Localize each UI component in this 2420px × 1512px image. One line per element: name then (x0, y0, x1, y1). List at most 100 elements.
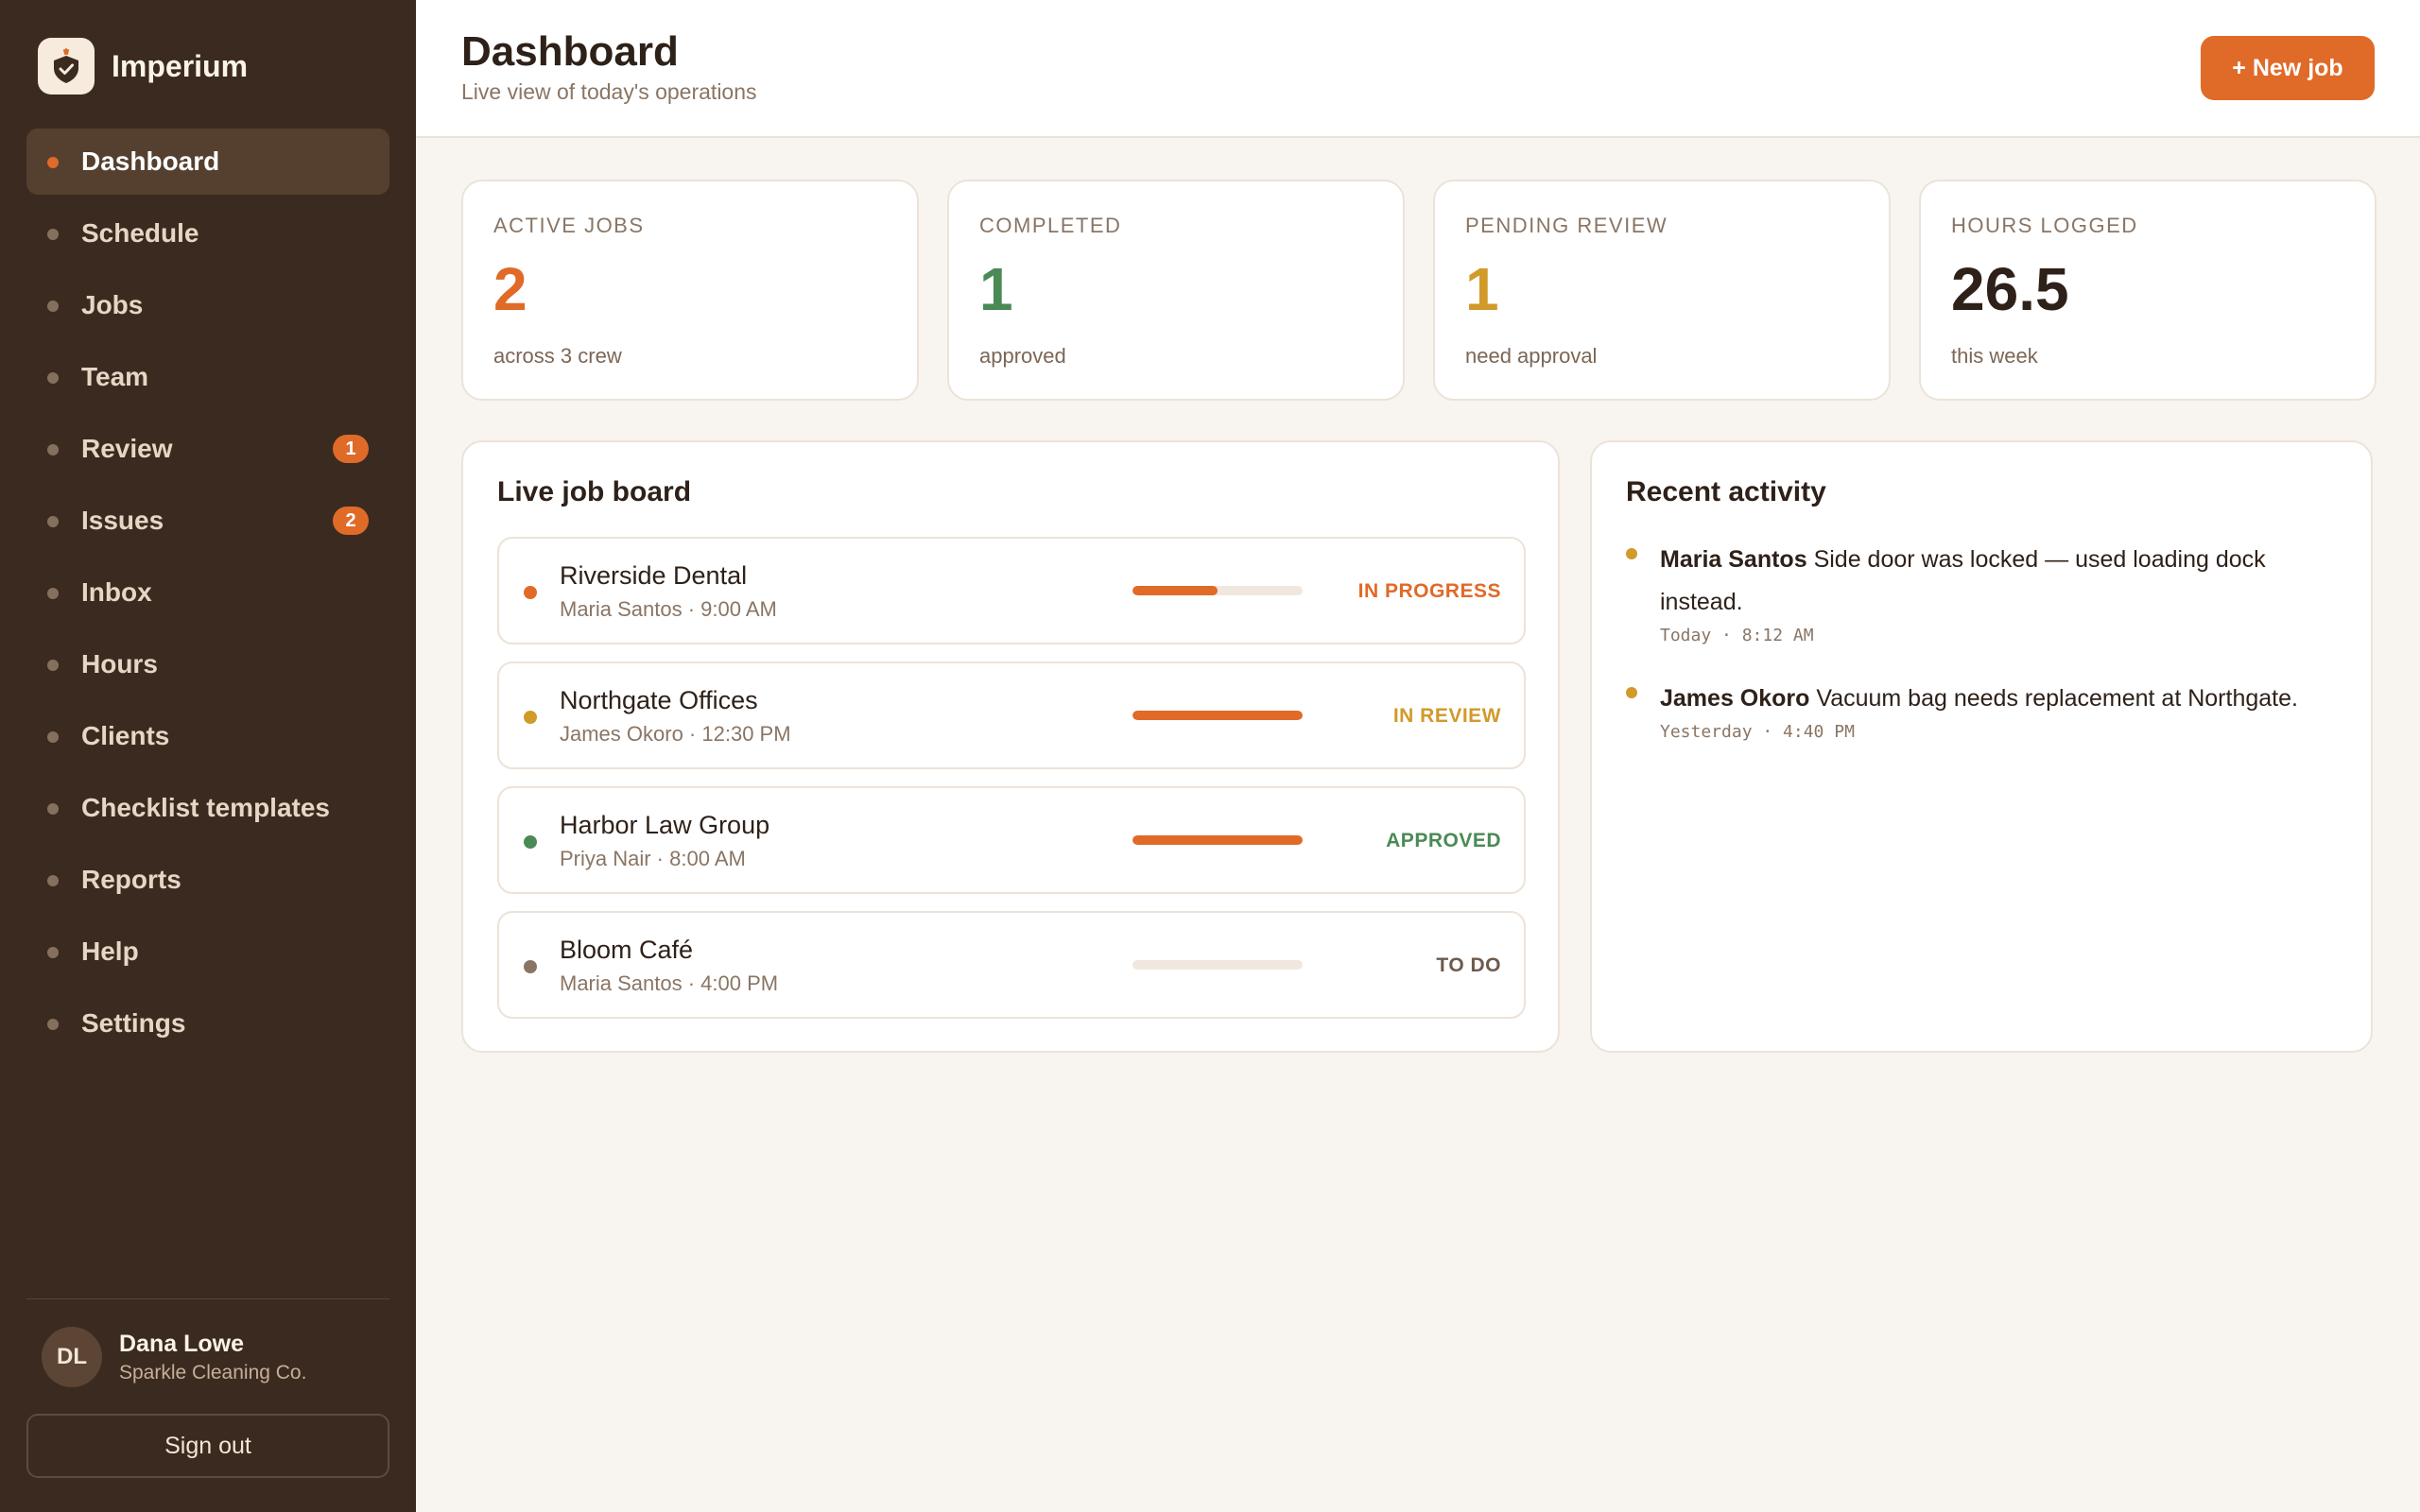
bullet-icon (47, 229, 59, 240)
user-org: Sparkle Cleaning Co. (119, 1361, 307, 1383)
stat-label: PENDING REVIEW (1465, 214, 1668, 237)
sidebar-item-label: Inbox (81, 577, 152, 607)
job-row[interactable]: Harbor Law Group Priya Nair · 8:00 AM AP… (497, 786, 1526, 894)
activity-time: Yesterday · 4:40 PM (1660, 722, 1855, 742)
stat-value: 1 (979, 255, 1013, 323)
divider (26, 1298, 389, 1299)
page-header: Dashboard Live view of today's operation… (416, 0, 2420, 138)
stat-note: approved (979, 344, 1066, 368)
stat-card-hours-logged: HOURS LOGGED 26.5 this week (1919, 180, 2377, 401)
panel-title: Recent activity (1626, 476, 1826, 507)
shield-check-logo-icon (38, 38, 95, 94)
sidebar-nav: Dashboard Schedule Jobs Team Review 1 Is… (26, 129, 389, 1062)
sidebar-item-jobs[interactable]: Jobs (26, 272, 389, 338)
sidebar-item-label: Review (81, 434, 173, 463)
job-row[interactable]: Northgate Offices James Okoro · 12:30 PM… (497, 662, 1526, 769)
activity-list: Maria Santos Side door was locked — used… (1626, 539, 2341, 774)
activity-item: James Okoro Vacuum bag needs replacement… (1626, 678, 2341, 742)
status-dot-icon (524, 835, 537, 849)
job-list: Riverside Dental Maria Santos · 9:00 AM … (497, 537, 1526, 1036)
bullet-icon (47, 803, 59, 815)
bullet-icon (47, 516, 59, 527)
sidebar-item-inbox[interactable]: Inbox (26, 559, 389, 626)
live-job-board: Live job board Riverside Dental Maria Sa… (461, 440, 1560, 1053)
stat-value: 1 (1465, 255, 1499, 323)
sidebar-item-review[interactable]: Review 1 (26, 416, 389, 482)
progress-bar (1132, 586, 1303, 595)
sidebar-item-reports[interactable]: Reports (26, 847, 389, 913)
progress-fill (1132, 586, 1218, 595)
progress-fill (1132, 835, 1303, 845)
sidebar-item-team[interactable]: Team (26, 344, 389, 410)
job-meta: James Okoro · 12:30 PM (560, 722, 791, 746)
progress-bar (1132, 711, 1303, 720)
page-subtitle: Live view of today's operations (461, 79, 757, 104)
job-meta: Maria Santos · 4:00 PM (560, 971, 779, 995)
bullet-icon (47, 301, 59, 312)
sidebar: Imperium Dashboard Schedule Jobs Team Re… (0, 0, 416, 1512)
panel-title: Live job board (497, 476, 692, 507)
avatar: DL (42, 1327, 102, 1387)
sidebar-item-clients[interactable]: Clients (26, 703, 389, 769)
activity-message: Vacuum bag needs replacement at Northgat… (1816, 685, 2298, 712)
progress-fill (1132, 711, 1303, 720)
job-row[interactable]: Bloom Café Maria Santos · 4:00 PM TO DO (497, 911, 1526, 1019)
activity-time: Today · 8:12 AM (1660, 626, 1814, 645)
stat-label: HOURS LOGGED (1951, 214, 2138, 237)
user-name: Dana Lowe (119, 1330, 244, 1357)
job-name: Northgate Offices (560, 686, 758, 714)
sidebar-item-label: Schedule (81, 218, 199, 248)
sidebar-item-help[interactable]: Help (26, 919, 389, 985)
job-name: Riverside Dental (560, 561, 748, 590)
sidebar-item-label: Checklist templates (81, 793, 330, 822)
status-label: IN PROGRESS (1357, 580, 1501, 602)
status-dot-icon (524, 711, 537, 724)
recent-activity: Recent activity Maria Santos Side door w… (1590, 440, 2373, 1053)
stat-value: 26.5 (1951, 255, 2069, 323)
stat-note: need approval (1465, 344, 1598, 368)
sidebar-item-label: Hours (81, 649, 158, 679)
stat-label: ACTIVE JOBS (493, 214, 645, 237)
sidebar-item-label: Settings (81, 1008, 186, 1038)
progress-bar (1132, 960, 1303, 970)
stat-note: across 3 crew (493, 344, 622, 368)
sidebar-item-label: Issues (81, 506, 164, 535)
stat-card-pending-review: PENDING REVIEW 1 need approval (1433, 180, 1891, 401)
job-meta: Maria Santos · 9:00 AM (560, 597, 777, 621)
job-name: Bloom Café (560, 936, 694, 964)
sidebar-item-label: Help (81, 936, 139, 966)
job-name: Harbor Law Group (560, 811, 770, 839)
sidebar-item-settings[interactable]: Settings (26, 990, 389, 1057)
sign-out-button[interactable]: Sign out (26, 1414, 389, 1478)
user-profile[interactable]: DL Dana Lowe Sparkle Cleaning Co. (42, 1327, 306, 1387)
sidebar-item-label: Dashboard (81, 146, 220, 176)
bullet-icon (47, 660, 59, 671)
bullet-icon (47, 731, 59, 743)
new-job-button[interactable]: + New job (2201, 36, 2375, 100)
job-row[interactable]: Riverside Dental Maria Santos · 9:00 AM … (497, 537, 1526, 644)
sidebar-item-issues[interactable]: Issues 2 (26, 488, 389, 554)
brand[interactable]: Imperium (38, 38, 248, 94)
app-name: Imperium (112, 48, 249, 83)
status-label: APPROVED (1386, 830, 1501, 851)
sidebar-item-label: Reports (81, 865, 182, 894)
activity-author: James Okoro (1660, 685, 1810, 712)
stat-value: 2 (493, 255, 527, 323)
sidebar-item-schedule[interactable]: Schedule (26, 200, 389, 266)
job-meta: Priya Nair · 8:00 AM (560, 847, 746, 870)
stat-card-active-jobs: ACTIVE JOBS 2 across 3 crew (461, 180, 919, 401)
sidebar-item-label: Jobs (81, 290, 144, 319)
status-label: IN REVIEW (1392, 705, 1501, 727)
activity-text: Maria Santos Side door was locked — used… (1660, 539, 2341, 624)
page-title: Dashboard (461, 28, 679, 75)
sidebar-item-checklist-templates[interactable]: Checklist templates (26, 775, 389, 841)
sidebar-item-label: Clients (81, 721, 170, 750)
sidebar-item-dashboard[interactable]: Dashboard (26, 129, 389, 195)
progress-bar (1132, 835, 1303, 845)
sidebar-item-label: Team (81, 362, 149, 391)
sidebar-item-hours[interactable]: Hours (26, 631, 389, 697)
status-dot-icon (524, 960, 537, 973)
stat-note: this week (1951, 344, 2038, 368)
stats-row: ACTIVE JOBS 2 across 3 crew COMPLETED 1 … (461, 180, 2377, 401)
bullet-icon (1626, 548, 1637, 559)
